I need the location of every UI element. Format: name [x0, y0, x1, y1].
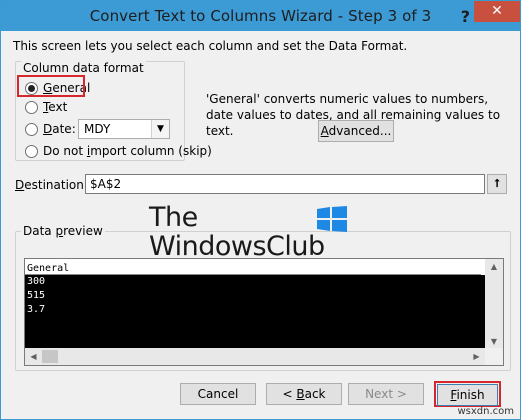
horizontal-scrollbar[interactable]: ◀ ▶ — [25, 348, 503, 365]
chevron-down-icon[interactable]: ▼ — [151, 120, 169, 138]
radio-skip[interactable]: Do not import column (skip) — [25, 144, 212, 158]
preview-row: 300 — [27, 276, 46, 287]
vertical-scrollbar[interactable]: ▲ ▼ — [485, 259, 503, 349]
radio-button[interactable] — [25, 144, 38, 158]
destination-input[interactable] — [86, 175, 474, 193]
date-format-select[interactable]: MDY ▼ — [78, 119, 170, 139]
radio-text[interactable]: Text — [25, 100, 67, 114]
window-title: Convert Text to Columns Wizard - Step 3 … — [89, 7, 432, 25]
back-button[interactable]: < Back — [266, 383, 342, 405]
windows-logo-icon — [317, 206, 347, 232]
advanced-button[interactable]: Advanced... — [318, 120, 394, 142]
arrow-up-icon: ⭡ — [494, 177, 500, 190]
data-preview-legend: Data preview — [21, 224, 105, 238]
watermark-line1: The — [149, 202, 198, 233]
radio-button[interactable] — [25, 100, 38, 114]
radio-text-label: Text — [43, 100, 68, 114]
scroll-down-icon[interactable]: ▼ — [485, 334, 503, 349]
horizontal-scroll-thumb[interactable] — [42, 350, 58, 363]
preview-column-header[interactable]: General — [25, 259, 481, 275]
preview-column-body[interactable]: 300 515 3.7 — [25, 275, 485, 349]
wizard-window: Convert Text to Columns Wizard - Step 3 … — [0, 0, 521, 420]
radio-skip-label: Do not import column (skip) — [43, 144, 212, 158]
cancel-button[interactable]: Cancel — [180, 383, 256, 405]
scroll-left-icon[interactable]: ◀ — [25, 348, 42, 365]
radio-date-label: Date: — [43, 122, 76, 136]
data-preview-grid[interactable]: General 300 515 3.7 ▲ ▼ ◀ ▶ — [24, 258, 504, 366]
help-button[interactable]: ? — [461, 7, 470, 26]
general-highlight-box — [17, 75, 85, 97]
preview-row: 3.7 — [27, 304, 46, 315]
next-button: Next > — [348, 383, 424, 405]
collapse-dialog-button[interactable]: ⭡ — [487, 174, 507, 194]
preview-row: 515 — [27, 290, 46, 301]
title-bar: Convert Text to Columns Wizard - Step 3 … — [1, 1, 520, 31]
site-watermark: wsxdn.com — [457, 406, 514, 417]
scroll-right-icon[interactable]: ▶ — [468, 348, 485, 365]
radio-button[interactable] — [25, 122, 38, 136]
date-format-value: MDY — [84, 122, 111, 136]
intro-text: This screen lets you select each column … — [13, 39, 408, 53]
watermark-line2: WindowsClub — [149, 231, 325, 262]
destination-label: Destination: — [15, 178, 88, 192]
finish-button[interactable]: Finish — [437, 384, 498, 406]
column-format-legend: Column data format — [21, 61, 146, 75]
close-button[interactable]: ✕ — [474, 1, 520, 22]
scroll-up-icon[interactable]: ▲ — [485, 259, 503, 274]
destination-field-box[interactable] — [85, 174, 485, 194]
watermark-text: The WindowsClub — [149, 203, 325, 261]
radio-date[interactable]: Date: — [25, 122, 76, 136]
close-icon: ✕ — [491, 3, 503, 19]
scrollbar-corner — [485, 348, 503, 365]
